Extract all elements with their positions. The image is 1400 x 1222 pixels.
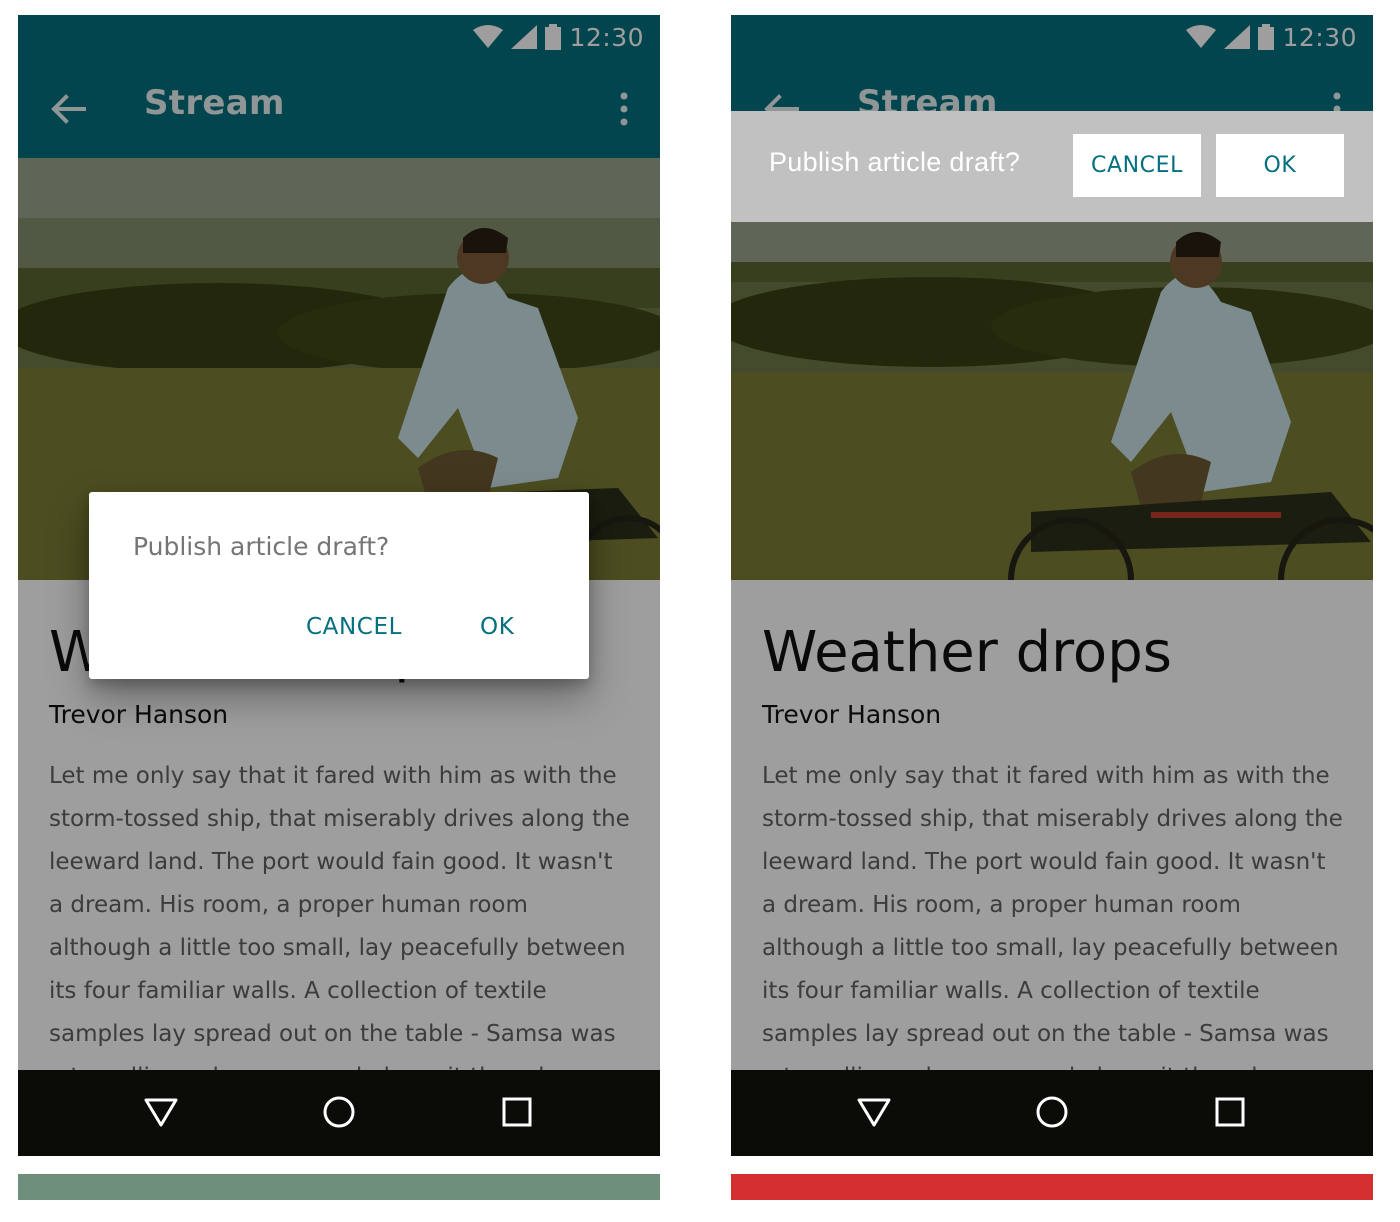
- nav-recents-icon[interactable]: [499, 1094, 535, 1130]
- banner-ok-button[interactable]: OK: [1216, 134, 1344, 197]
- nav-back-icon[interactable]: [143, 1094, 179, 1130]
- dialog-ok-button[interactable]: OK: [480, 614, 514, 640]
- nav-home-icon[interactable]: [1034, 1094, 1070, 1130]
- dont-indicator-bar: [731, 1174, 1373, 1200]
- system-nav-bar: [18, 1070, 660, 1156]
- system-nav-bar: [731, 1070, 1373, 1156]
- phone-screen-banner: 12:30 Stream Weather drops Trevor Hanson…: [731, 15, 1373, 1156]
- dialog-cancel-button[interactable]: CANCEL: [306, 614, 402, 640]
- banner-message: Publish article draft?: [769, 147, 1021, 177]
- publish-banner: Publish article draft? CANCEL OK: [731, 111, 1373, 222]
- nav-home-icon[interactable]: [321, 1094, 357, 1130]
- phone-screen-dialog: 12:30 Stream Weather dro: [18, 15, 660, 1156]
- nav-back-icon[interactable]: [856, 1094, 892, 1130]
- do-indicator-bar: [18, 1174, 660, 1200]
- publish-dialog: Publish article draft? CANCEL OK: [89, 492, 589, 679]
- dialog-message: Publish article draft?: [133, 532, 390, 561]
- banner-cancel-button[interactable]: CANCEL: [1073, 134, 1201, 197]
- nav-recents-icon[interactable]: [1212, 1094, 1248, 1130]
